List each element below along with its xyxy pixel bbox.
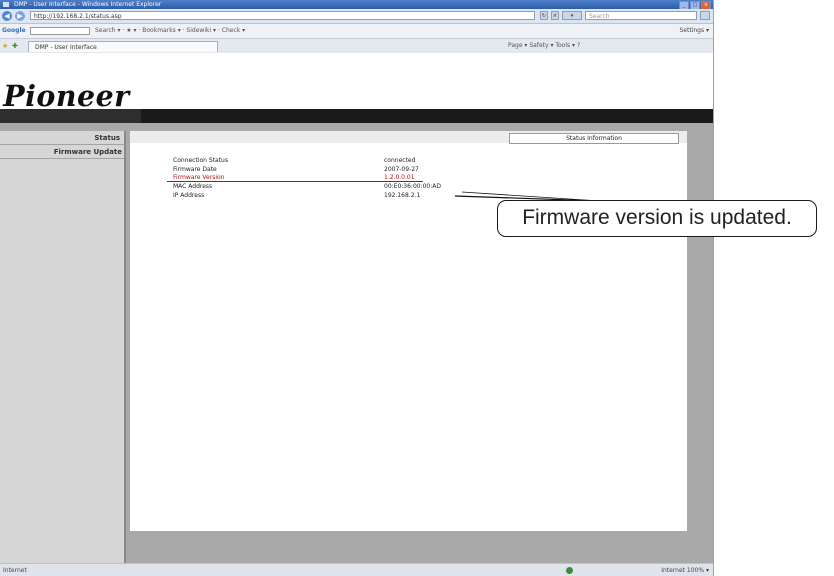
address-toolbar: ◀ ▶ http://192.168.2.1/status.asp ↻ × ▾ … [0, 9, 713, 24]
compat-icon[interactable]: ▾ [562, 11, 582, 20]
window-title: DMP - User Interface - Windows Internet … [14, 1, 162, 8]
browser-tab[interactable]: DMP - User Interface [28, 41, 218, 52]
content-area: Status Firmware Update Status Informatio… [0, 123, 713, 563]
sidebar-divider [0, 158, 124, 159]
google-tools[interactable]: Search ▾ · ★ ▾ · Bookmarks ▾ · Sidewiki … [95, 24, 245, 38]
title-bar: DMP - User Interface - Windows Internet … [0, 0, 713, 10]
header-bar-left [0, 109, 141, 123]
command-bar[interactable]: Page ▾ Safety ▾ Tools ▾ ? [508, 39, 580, 53]
tab-bar: ★ ✚ DMP - User Interface Page ▾ Safety ▾… [0, 39, 713, 54]
sidebar-divider [0, 144, 124, 145]
row-value-firmware-date: 2007-09-27 [384, 166, 419, 173]
row-label-mac-address: MAC Address [173, 183, 213, 190]
sidebar-item-firmware-update[interactable]: Firmware Update [54, 148, 122, 156]
row-label-ip-address: IP Address [173, 192, 205, 199]
zoom-indicator[interactable]: Internet 100% ▾ [661, 564, 709, 576]
refresh-icon[interactable]: ↻ [540, 11, 548, 20]
row-label-firmware-version: Firmware Version [173, 174, 225, 181]
address-bar[interactable]: http://192.168.2.1/status.asp [30, 11, 535, 20]
status-bar: Internet Internet 100% ▾ [0, 563, 713, 576]
search-input[interactable]: Search [585, 11, 697, 20]
row-label-firmware-date: Firmware Date [173, 166, 217, 173]
sidebar: Status Firmware Update [0, 131, 126, 563]
callout-box: Firmware version is updated. [497, 200, 817, 237]
google-label: Google [2, 27, 26, 34]
page-viewport: Pioneer Status Firmware Update Status In… [0, 53, 713, 563]
row-value-firmware-version: 1.2.0.0.01 [384, 174, 415, 181]
browser-screenshot: DMP - User Interface - Windows Internet … [0, 0, 714, 576]
google-settings[interactable]: Settings ▾ [679, 24, 709, 38]
globe-icon [566, 567, 573, 574]
status-information-tab[interactable]: Status Information [509, 133, 679, 144]
add-favorite-icon[interactable]: ✚ [12, 39, 18, 53]
page-banner: Pioneer [0, 53, 713, 123]
stop-icon[interactable]: × [551, 11, 559, 20]
search-icon[interactable] [700, 11, 710, 20]
favorites-star-icon[interactable]: ★ [2, 39, 8, 53]
sidebar-item-status[interactable]: Status [94, 134, 120, 142]
pioneer-logo: Pioneer [3, 79, 130, 113]
status-text: Internet [3, 567, 27, 574]
ie-icon [3, 2, 9, 7]
main-panel: Status Information Connection Status con… [130, 131, 687, 531]
main-header: Status Information [130, 131, 687, 144]
google-search-input[interactable] [30, 27, 90, 35]
row-value-ip-address: 192.168.2.1 [384, 192, 421, 199]
row-value-mac-address: 00:E0:36:00:00:AD [384, 183, 441, 190]
google-toolbar: Google Search ▾ · ★ ▾ · Bookmarks ▾ · Si… [0, 24, 713, 39]
back-button[interactable]: ◀ [2, 11, 12, 21]
row-label-connection-status: Connection Status [173, 157, 228, 164]
header-bar [0, 109, 713, 123]
row-value-connection-status: connected [384, 157, 416, 164]
firmware-version-underline [167, 181, 423, 182]
forward-button[interactable]: ▶ [15, 11, 25, 21]
